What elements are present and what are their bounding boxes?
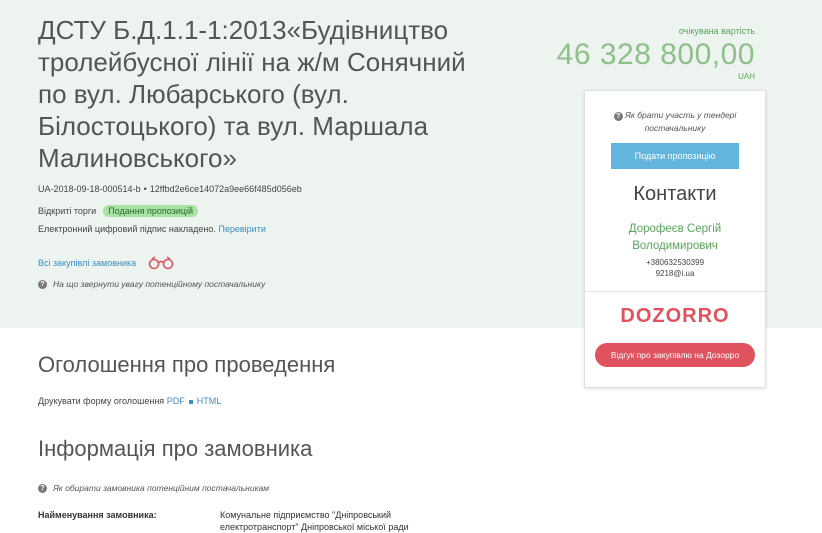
- signature-line: Електронний цифровий підпис накладено. П…: [38, 224, 266, 234]
- choose-customer-hint[interactable]: ? Як обирати замовника потенційним поста…: [38, 483, 269, 493]
- status-badge: Подання пропозицій: [103, 205, 199, 217]
- all-purchases-link[interactable]: Всі закупівлі замовника: [38, 258, 136, 268]
- tender-hash: 12ffbd2e6ce14072a9ee66f485d056eb: [149, 184, 302, 194]
- print-form-line: Друкувати форму оголошення PDF HTML: [38, 396, 221, 406]
- dozorro-logo: DOZORRO: [620, 305, 730, 327]
- binoculars-icon[interactable]: [148, 256, 174, 270]
- tender-id: UA-2018-09-18-000514-b: [38, 184, 141, 194]
- question-circle-icon: ?: [38, 483, 47, 493]
- expected-price: 46 328 800,00: [556, 38, 755, 71]
- signature-text: Електронний цифровий підпис накладено.: [38, 224, 216, 234]
- dozorro-review-button[interactable]: Відгук про закупівлю на Дозорро: [595, 343, 755, 367]
- contact-details: +380632530399 9218@i.ua: [585, 257, 765, 279]
- participation-hint[interactable]: ? Як брати участь у тендері постачальник…: [585, 109, 765, 135]
- choose-customer-hint-text: Як обирати замовника потенційним постача…: [53, 483, 270, 493]
- sidebar-divider: [585, 291, 765, 292]
- question-circle-icon: ?: [38, 279, 47, 289]
- procedure-type: Відкриті торги: [38, 206, 97, 216]
- price-label: очікувана вартість: [678, 26, 755, 36]
- announcement-heading: Оголошення про проведення: [38, 352, 336, 377]
- tender-ids: UA-2018-09-18-000514-b • 12ffbd2e6ce14072a…: [38, 184, 302, 194]
- contact-name: Дорофеєв Сергій Володимирович: [628, 223, 722, 252]
- contacts-title: Контакти: [633, 183, 717, 205]
- link-separator: [188, 399, 193, 404]
- customer-name-label: Найменування замовника:: [38, 510, 157, 520]
- customer-name-value: Комунальне підприємство "Дніпровський ел…: [220, 510, 409, 532]
- customer-heading: Інформація про замовника: [38, 436, 313, 461]
- submit-proposal-button[interactable]: Подати пропозицію: [611, 143, 739, 169]
- print-pdf-link[interactable]: PDF: [167, 396, 185, 406]
- sidebar-card: ? Як брати участь у тендері постачальник…: [584, 90, 766, 388]
- question-circle-icon: ?: [613, 112, 623, 121]
- verify-signature-link[interactable]: Перевірити: [218, 224, 265, 234]
- contact-email: 9218@i.ua: [655, 269, 695, 278]
- supplier-hint-text: На що звернути увагу потенційному постач…: [53, 279, 266, 289]
- participation-hint-text: Як брати участь у тендері постачальнику: [625, 110, 737, 133]
- all-purchases-row: Всі закупівлі замовника: [38, 256, 174, 270]
- contact-phone: +380632530399: [645, 258, 705, 267]
- print-html-link[interactable]: HTML: [197, 396, 222, 406]
- price-currency: UAH: [738, 72, 755, 81]
- print-form-text: Друкувати форму оголошення: [38, 396, 165, 406]
- tender-status-line: Відкриті торги Подання пропозицій: [38, 205, 199, 217]
- tender-title: ДСТУ Б.Д.1.1-1:2013«Будівництво тролейбу…: [38, 15, 466, 173]
- supplier-hint[interactable]: ? На що звернути увагу потенційному пост…: [38, 279, 265, 289]
